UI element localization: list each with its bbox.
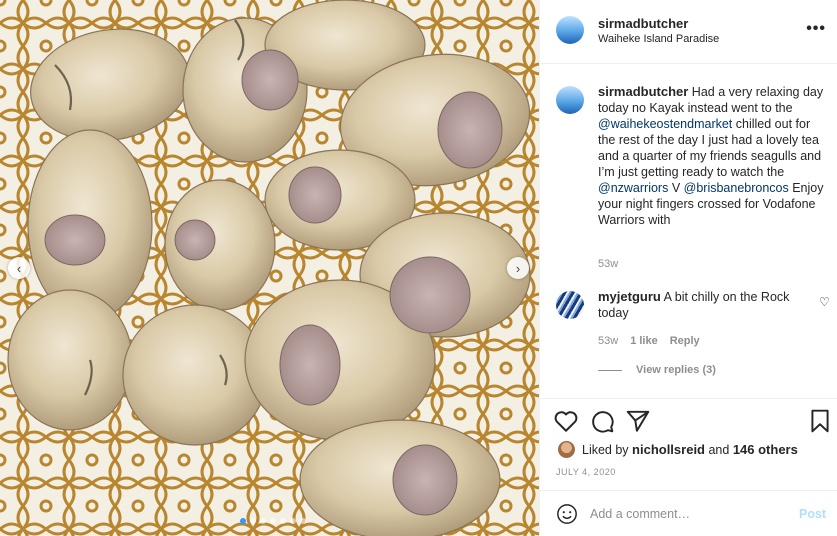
carousel-indicator [240,518,306,524]
carousel-dot [260,518,266,524]
avatar[interactable] [556,16,584,44]
comment-like-heart-icon[interactable]: ♡ [819,295,830,309]
reply-button[interactable]: Reply [670,335,700,347]
comment-meta: 53w 1 like Reply [598,335,700,347]
caption-avatar[interactable] [556,86,584,114]
divider [540,398,837,399]
carousel-prev-button[interactable]: ‹ [8,257,30,279]
owner-username[interactable]: sirmadbutcher [598,16,688,31]
more-options-icon[interactable]: ••• [806,20,826,38]
carousel-dot [280,518,286,524]
post-photo[interactable]: ‹ › [0,0,539,536]
liker-avatar[interactable] [558,441,575,458]
caption-text: V [668,181,684,195]
post-side-panel: sirmadbutcher Waiheke Island Paradise ••… [539,0,837,536]
comment-icon[interactable] [589,408,615,434]
likes-summary: Liked by nichollsreid and 146 others [582,442,798,457]
carousel-dot [300,518,306,524]
comment: myjetguru A bit chilly on the Rock today [598,289,808,321]
comment-username[interactable]: myjetguru [598,289,661,304]
carousel-dot [270,518,276,524]
post-comment-button[interactable]: Post [799,507,826,521]
likes-middle: and [705,443,733,457]
heart-icon[interactable] [553,408,579,434]
post-caption: sirmadbutcher Had a very relaxing day to… [598,84,826,228]
view-replies-label: View replies (3) [636,364,716,376]
comment-timestamp[interactable]: 53w [598,335,618,347]
view-replies-button[interactable]: View replies (3) [598,364,716,376]
oysters-on-plate-image [0,0,539,536]
add-comment-bar: Post [540,490,837,536]
share-icon[interactable] [625,408,651,434]
likes-prefix: Liked by [582,443,633,457]
carousel-dot [250,518,256,524]
post-date[interactable]: JULY 4, 2020 [556,467,616,477]
post-location[interactable]: Waiheke Island Paradise [598,33,719,45]
chevron-right-icon: › [515,260,521,276]
caption-username[interactable]: sirmadbutcher [598,84,688,99]
comment-likes-link[interactable]: 1 like [630,335,658,347]
likes-others-link[interactable]: 146 others [733,442,798,457]
post-header: sirmadbutcher Waiheke Island Paradise ••… [540,0,837,64]
carousel-dot [290,518,296,524]
mention-link[interactable]: @waihekeostendmarket [598,117,732,131]
caption-timestamp[interactable]: 53w [598,258,618,270]
chevron-left-icon: ‹ [16,260,22,276]
divider [598,369,622,371]
commenter-avatar[interactable] [556,291,584,319]
post-viewer: ‹ › sirmadbutcher Waiheke Island Paradis… [0,0,837,536]
carousel-next-button[interactable]: › [507,257,529,279]
liker-username[interactable]: nichollsreid [632,442,705,457]
bookmark-icon[interactable] [807,408,833,434]
mention-link[interactable]: @nzwarriors [598,181,668,195]
emoji-icon[interactable] [556,503,578,525]
mention-link[interactable]: @brisbanebroncos [684,181,789,195]
comment-input[interactable] [590,503,780,525]
carousel-dot [240,518,246,524]
